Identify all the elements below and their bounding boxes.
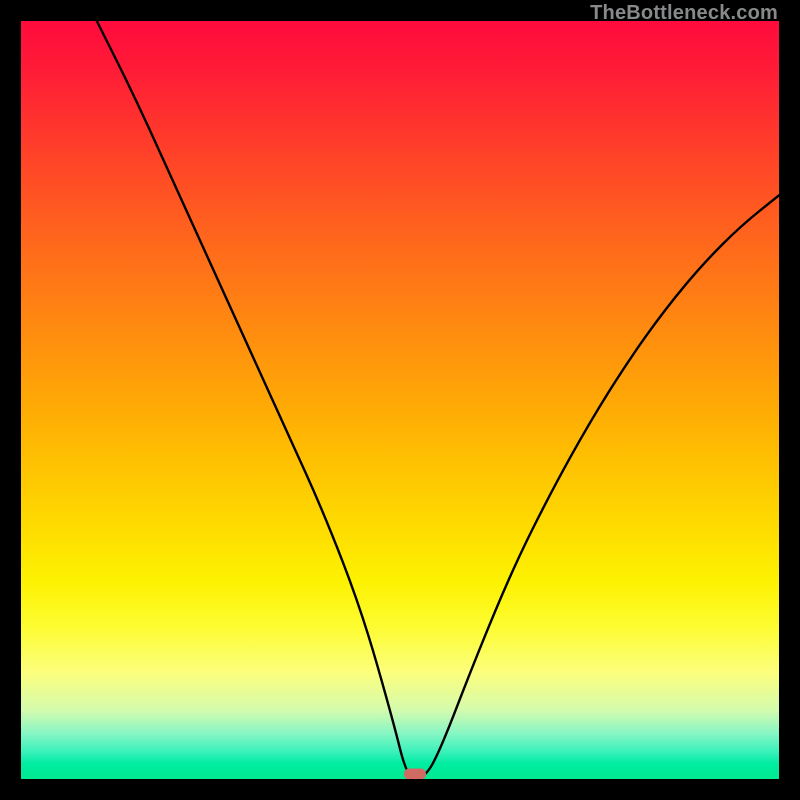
curve-layer (21, 21, 779, 779)
optimal-marker (404, 769, 426, 780)
plot-area (21, 21, 779, 779)
bottleneck-curve (97, 21, 779, 779)
chart-container: TheBottleneck.com (0, 0, 800, 800)
watermark-text: TheBottleneck.com (590, 2, 778, 25)
